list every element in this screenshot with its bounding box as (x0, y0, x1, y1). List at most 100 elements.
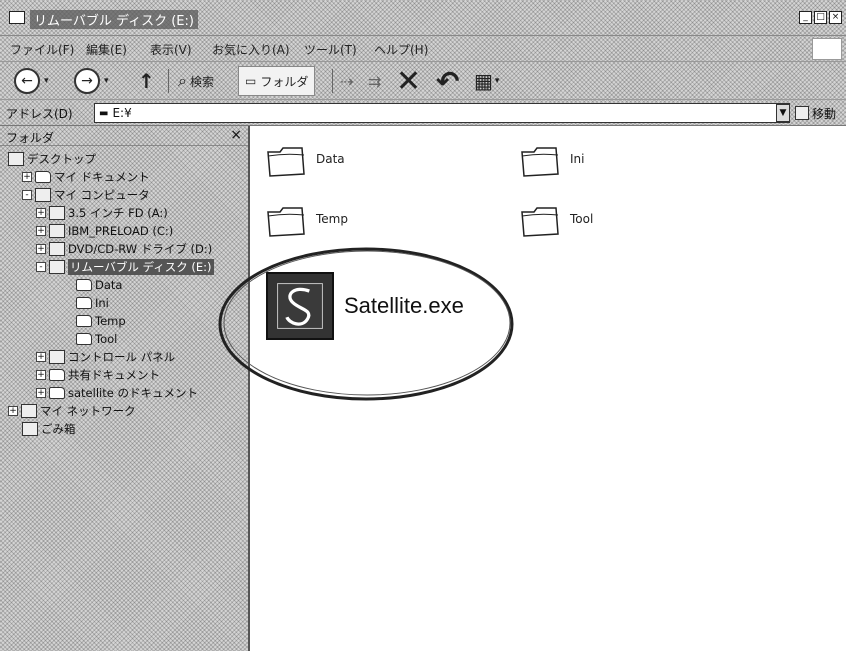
close-button[interactable]: × (829, 11, 842, 24)
views-dropdown-icon: ▾ (494, 76, 500, 86)
expand-icon[interactable]: + (36, 244, 46, 254)
undo-button[interactable]: ↶ (436, 65, 459, 98)
tree-item-control-panel[interactable]: + コントロール パネル (36, 348, 175, 366)
restore-button[interactable]: □ (814, 11, 827, 24)
tree-item-removable-disk[interactable]: - リムーバブル ディスク (E:) (36, 258, 214, 276)
folder-pane-close-icon[interactable]: × (230, 127, 242, 143)
expand-icon[interactable]: + (36, 352, 46, 362)
forward-dropdown-icon[interactable]: ▾ (104, 76, 109, 86)
folder-icon (266, 204, 306, 237)
up-folder-button[interactable]: ↑ (138, 66, 155, 96)
desktop-icon (8, 152, 24, 166)
folder-icon (49, 387, 65, 399)
folder-icon (76, 315, 92, 327)
folder-pane-title: フォルダ (6, 131, 55, 145)
address-bar: アドレス(D) ▬ E:¥ ▼ 移動 (0, 100, 846, 126)
back-arrow-icon: ← (14, 68, 40, 94)
satellite-app-icon (266, 272, 334, 340)
tree-item-ini[interactable]: Ini (76, 294, 109, 312)
file-item-data[interactable]: Data (266, 144, 345, 177)
views-button[interactable]: ▦ ▾ (474, 66, 499, 96)
window-folder-icon (9, 11, 25, 24)
expand-icon[interactable]: + (8, 406, 18, 416)
file-item-label: Data (316, 152, 345, 166)
forward-arrow-icon: → (74, 68, 100, 94)
expand-icon[interactable]: + (36, 388, 46, 398)
file-item-ini[interactable]: Ini (520, 144, 585, 177)
go-arrow-icon (795, 106, 809, 120)
folders-button[interactable]: ▭ フォルダ (238, 66, 316, 96)
toolbar-separator (168, 69, 169, 93)
tree-item-my-computer[interactable]: - マイ コンピュータ (22, 186, 150, 204)
minimize-button[interactable]: _ (799, 11, 812, 24)
title-bar[interactable]: リムーバブル ディスク (E:) _ □ × (0, 0, 846, 36)
menu-view[interactable]: 表示(V) (150, 41, 192, 58)
removable-disk-icon (49, 260, 65, 274)
file-item-satellite-exe[interactable]: Satellite.exe (266, 272, 464, 340)
file-item-temp[interactable]: Temp (266, 204, 348, 237)
tree-item-tool[interactable]: Tool (76, 330, 117, 348)
folders-icon: ▭ (245, 74, 257, 88)
folders-label: フォルダ (260, 74, 309, 89)
control-panel-icon (49, 350, 65, 364)
move-to-button[interactable]: ⇢ (340, 66, 353, 96)
menu-edit[interactable]: 編集(E) (86, 41, 127, 58)
file-item-label: Tool (570, 212, 594, 226)
file-item-label: Ini (570, 152, 585, 166)
tree-item-temp[interactable]: Temp (76, 312, 126, 330)
back-button[interactable]: ← ▾ (14, 66, 49, 96)
folder-icon (35, 171, 51, 183)
search-label: 検索 (189, 74, 214, 89)
folder-icon (266, 144, 306, 177)
folder-icon (76, 297, 92, 309)
folder-icon (76, 279, 92, 291)
back-dropdown-icon[interactable]: ▾ (44, 76, 49, 86)
expand-icon[interactable]: + (36, 226, 46, 236)
folder-icon (520, 144, 560, 177)
views-icon: ▦ (474, 69, 493, 93)
tree-item-desktop[interactable]: デスクトップ (8, 150, 96, 168)
window-controls: _ □ × (799, 11, 842, 24)
file-item-label: Temp (316, 212, 348, 226)
tree-item-shared-documents[interactable]: + 共有ドキュメント (36, 366, 160, 384)
go-label: 移動 (812, 106, 837, 121)
cd-drive-icon (49, 242, 65, 256)
windows-logo-icon (812, 38, 842, 60)
address-input[interactable]: ▬ E:¥ (94, 103, 790, 123)
network-icon (21, 404, 37, 418)
tree-item-dvd-drive[interactable]: + DVD/CD-RW ドライブ (D:) (36, 240, 212, 258)
tree-item-drive-c[interactable]: + IBM_PRELOAD (C:) (36, 222, 173, 240)
menu-favorites[interactable]: お気に入り(A) (212, 41, 290, 58)
file-item-label: Satellite.exe (344, 293, 464, 318)
folder-pane-header: フォルダ × (0, 126, 248, 146)
folder-tree-pane: フォルダ × デスクトップ + マイ ドキュメント - マイ コンピュータ + … (0, 126, 250, 651)
go-button[interactable]: 移動 (795, 103, 836, 123)
collapse-icon[interactable]: - (36, 262, 46, 272)
delete-button[interactable]: ✕ (396, 64, 421, 99)
toolbar: ← ▾ → ▾ ↑ ⌕ 検索 ▭ フォルダ ⇢ ⇉ ✕ ↶ ▦ ▾ (0, 62, 846, 100)
expand-icon[interactable]: + (36, 208, 46, 218)
forward-button[interactable]: → ▾ (74, 66, 109, 96)
search-icon: ⌕ (178, 71, 187, 90)
menu-help[interactable]: ヘルプ(H) (374, 41, 428, 58)
collapse-icon[interactable]: - (22, 190, 32, 200)
tree-item-my-network[interactable]: + マイ ネットワーク (8, 402, 136, 420)
tree-item-my-documents[interactable]: + マイ ドキュメント (22, 168, 150, 186)
expand-icon[interactable]: + (22, 172, 32, 182)
folder-icon (520, 204, 560, 237)
tree-item-recycle-bin[interactable]: ごみ箱 (22, 420, 76, 438)
address-value: E:¥ (112, 106, 132, 120)
tree-item-floppy[interactable]: + 3.5 インチ FD (A:) (36, 204, 168, 222)
address-dropdown-icon[interactable]: ▼ (776, 104, 790, 122)
copy-to-button[interactable]: ⇉ (368, 66, 381, 96)
expand-icon[interactable]: + (36, 370, 46, 380)
recycle-bin-icon (22, 422, 38, 436)
search-button[interactable]: ⌕ 検索 (178, 66, 214, 96)
tree-item-data[interactable]: Data (76, 276, 122, 294)
file-list-pane[interactable]: Data Ini Temp Tool Satellite.exe (252, 126, 846, 651)
menu-file[interactable]: ファイル(F) (10, 41, 74, 58)
menu-tools[interactable]: ツール(T) (304, 41, 357, 58)
tree-item-satellite-documents[interactable]: + satellite のドキュメント (36, 384, 198, 402)
file-item-tool[interactable]: Tool (520, 204, 594, 237)
menu-bar: ファイル(F) 編集(E) 表示(V) お気に入り(A) ツール(T) ヘルプ(… (0, 36, 846, 62)
